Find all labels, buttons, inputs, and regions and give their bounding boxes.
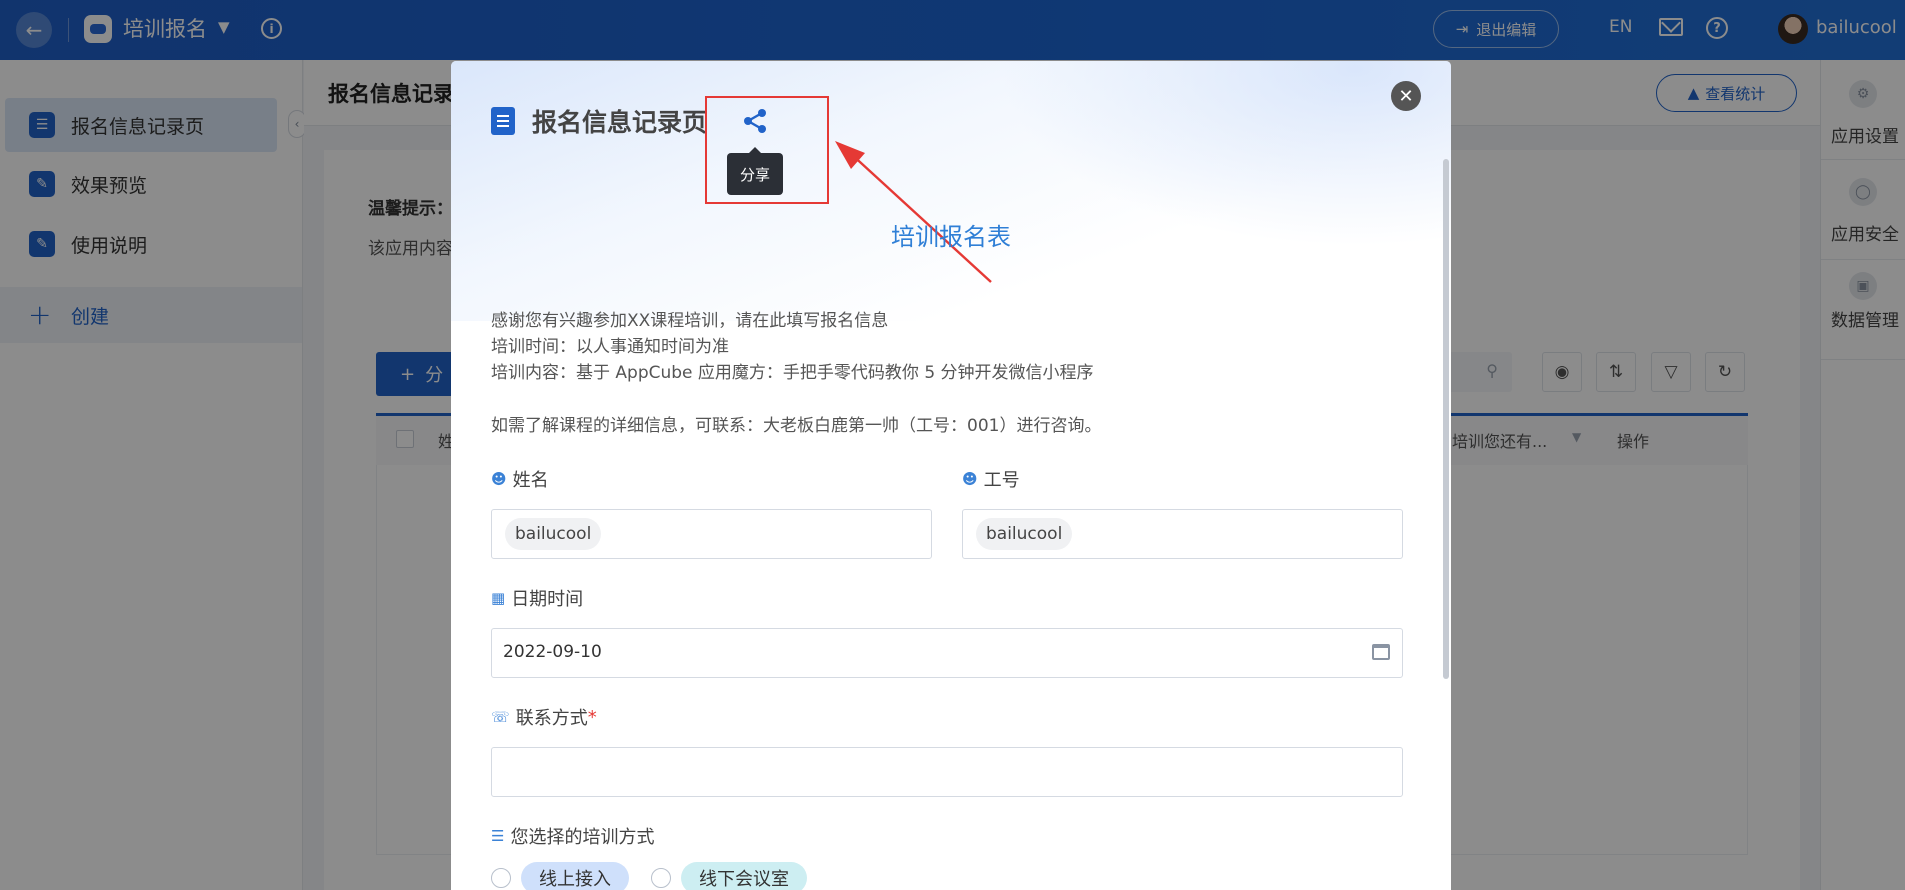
calendar-icon[interactable] [1372, 644, 1390, 660]
method-label-text: 您选择的培训方式 [510, 827, 655, 848]
description-line: 培训时间：以人事通知时间为准 [491, 337, 729, 357]
phone-icon: ☏ [491, 708, 510, 726]
employee-id-label-text: 工号 [983, 470, 1020, 491]
calendar-icon: ▦ [491, 589, 506, 607]
date-field[interactable]: 2022-09-10 [491, 628, 1403, 678]
date-label: ▦ 日期时间 [491, 585, 583, 611]
name-label: ☻ 姓名 [491, 466, 549, 492]
date-value: 2022-09-10 [503, 642, 602, 662]
required-mark: * [587, 706, 597, 728]
dialog-scrollbar[interactable] [1443, 159, 1449, 679]
contact-label-text: 联系方式 [515, 708, 588, 729]
dialog-title: 报名信息记录页 [532, 108, 708, 137]
name-field[interactable]: bailucool [491, 509, 932, 559]
radio-online[interactable] [491, 868, 511, 888]
radio-offline[interactable] [651, 868, 671, 888]
form-dialog: 报名信息记录页 分享 ✕ 培训报名表 感谢您有兴趣参加XX课程培训，请在此填写报… [451, 61, 1451, 890]
form-title: 培训报名表 [891, 223, 1011, 251]
user-icon: ☻ [962, 470, 978, 488]
option-offline[interactable]: 线下会议室 [681, 862, 807, 890]
user-icon: ☻ [491, 470, 507, 488]
checklist-icon: ☰ [491, 827, 505, 845]
document-icon [491, 107, 515, 135]
description-line: 培训内容：基于 AppCube 应用魔方：手把手零代码教你 5 分钟开发微信小程… [491, 363, 1094, 383]
description-line: 如需了解课程的详细信息，可联系：大老板白鹿第一帅（工号：001）进行咨询。 [491, 416, 1102, 436]
contact-field[interactable] [491, 747, 1403, 797]
employee-id-field[interactable]: bailucool [962, 509, 1403, 559]
description-line: 感谢您有兴趣参加XX课程培训，请在此填写报名信息 [491, 311, 889, 331]
employee-id-label: ☻ 工号 [962, 466, 1020, 492]
contact-label: ☏ 联系方式 * [491, 704, 597, 730]
highlight-box [705, 96, 829, 204]
method-label: ☰ 您选择的培训方式 [491, 823, 654, 849]
option-online[interactable]: 线上接入 [521, 862, 629, 890]
name-label-text: 姓名 [512, 470, 549, 491]
date-label-text: 日期时间 [511, 589, 584, 610]
name-chip[interactable]: bailucool [505, 518, 602, 550]
close-icon[interactable]: ✕ [1391, 81, 1421, 111]
employee-id-chip[interactable]: bailucool [976, 518, 1073, 550]
